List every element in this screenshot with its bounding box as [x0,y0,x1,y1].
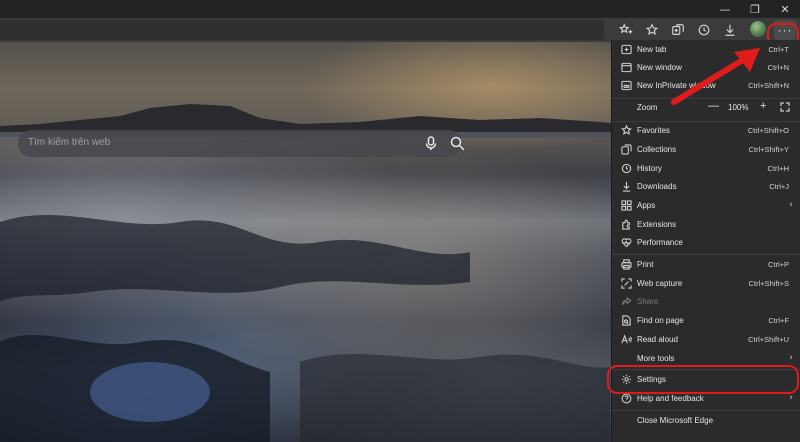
search-placeholder: Tìm kiếm trên web [28,137,111,148]
share-icon [621,296,632,307]
menu-item-print[interactable]: Print Ctrl+P [612,256,800,274]
window-title-bar: — ❐ ✕ [0,0,800,18]
minimize-button[interactable]: — [710,0,740,18]
inprivate-icon [621,80,632,91]
chevron-right-icon: › [789,393,793,403]
menu-label: Extensions [637,220,677,229]
menu-shortcut: Ctrl+Shift+U [748,335,789,344]
print-icon [621,259,632,270]
menu-divider [612,410,800,411]
menu-label: Find on page [637,316,684,325]
menu-item-apps[interactable]: Apps › [612,197,800,215]
menu-label: Help and feedback [637,394,704,403]
menu-label: Read aloud [637,335,678,344]
menu-divider [612,254,800,255]
menu-item-share[interactable]: Share [612,293,800,311]
menu-label: Collections [637,145,677,154]
annotation-circle-settings [607,365,799,394]
menu-item-find-on-page[interactable]: Find on page Ctrl+F [612,312,800,330]
menu-item-downloads[interactable]: Downloads Ctrl+J [612,178,800,196]
browser-toolbar: ··· [0,18,800,42]
menu-item-read-aloud[interactable]: Read aloud Ctrl+Shift+U [612,331,800,349]
menu-label: Performance [637,238,683,247]
menu-item-performance[interactable]: Performance [612,234,800,252]
history-icon [621,163,632,174]
menu-shortcut: Ctrl+T [768,45,789,54]
menu-label: Downloads [637,182,677,191]
menu-label: More tools [637,354,675,363]
chevron-right-icon: › [789,353,793,363]
menu-label: Share [637,297,659,306]
menu-label: Apps [637,201,656,210]
new-window-icon [621,62,632,73]
collections-icon [621,144,632,155]
add-favorite-icon[interactable] [616,20,636,40]
chevron-right-icon: › [789,200,793,210]
help-icon [621,393,632,404]
menu-label: Close Microsoft Edge [637,416,714,425]
microphone-icon[interactable] [424,136,438,151]
dark-rock-formations [0,192,610,442]
performance-heart-icon [621,237,632,248]
menu-item-close-microsoft-edge[interactable]: Close Microsoft Edge [612,412,800,430]
menu-item-history[interactable]: History Ctrl+H [612,160,800,178]
menu-shortcut: Ctrl+Shift+Y [748,145,789,154]
menu-shortcut: Ctrl+H [767,164,789,173]
menu-item-favorites[interactable]: Favorites Ctrl+Shift+O [612,122,800,140]
menu-shortcut: Ctrl+Shift+O [747,126,789,135]
window-controls: — ❐ ✕ [710,0,800,18]
web-capture-icon [621,278,632,289]
address-bar[interactable] [0,20,604,40]
new-tab-icon [621,44,632,55]
downloads-icon [621,181,632,192]
read-aloud-icon [621,334,632,345]
extensions-icon [621,219,632,230]
menu-label: History [637,164,662,173]
history-icon[interactable] [694,20,714,40]
menu-label: Web capture [637,279,683,288]
apps-icon [621,200,632,211]
menu-shortcut: Ctrl+F [768,316,789,325]
favorites-icon[interactable] [642,20,662,40]
collections-icon[interactable] [668,20,688,40]
menu-shortcut: Ctrl+Shift+S [748,279,789,288]
menu-shortcut: Ctrl+P [767,260,789,269]
menu-label: Favorites [637,126,670,135]
menu-item-web-capture[interactable]: Web capture Ctrl+Shift+S [612,275,800,293]
menu-shortcut: Ctrl+J [769,182,789,191]
restore-button[interactable]: ❐ [740,0,770,18]
downloads-icon[interactable] [720,20,740,40]
menu-item-collections[interactable]: Collections Ctrl+Shift+Y [612,141,800,159]
profile-avatar[interactable] [750,21,766,37]
find-on-page-icon [621,315,632,326]
search-icon[interactable] [450,136,465,151]
menu-shortcut: Ctrl+N [767,63,789,72]
fullscreen-icon[interactable] [780,102,790,112]
menu-item-extensions[interactable]: Extensions [612,216,800,234]
annotation-arrow [671,48,760,105]
zoom-label: Zoom [637,103,658,112]
menu-label: Print [637,260,654,269]
favorites-icon [620,124,633,136]
web-search-box[interactable]: Tìm kiếm trên web [18,130,465,157]
close-window-button[interactable]: ✕ [770,0,800,18]
